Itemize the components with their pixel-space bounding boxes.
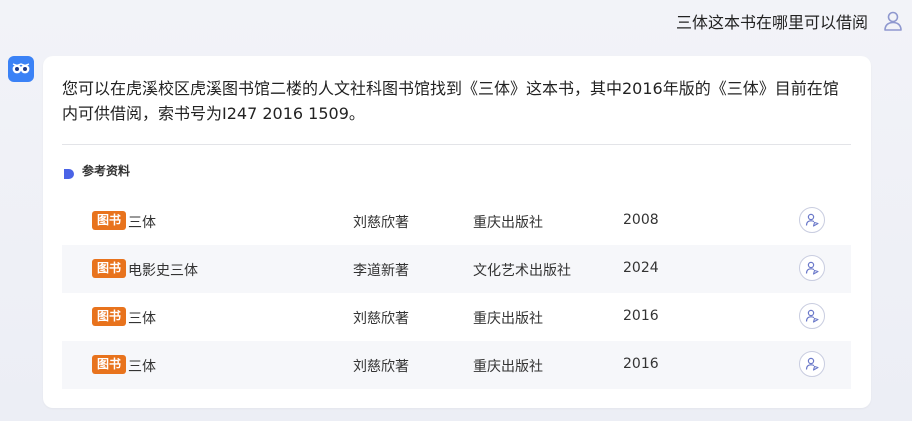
locate-book-button[interactable] (799, 303, 825, 329)
locate-book-button[interactable] (799, 207, 825, 233)
book-publisher: 文化艺术出版社 (473, 263, 571, 279)
reference-row[interactable]: 图书 电影史三体 李道新著 文化艺术出版社 2024 (62, 245, 851, 293)
user-message-row: 三体这本书在哪里可以借阅 (676, 8, 906, 34)
book-publisher: 重庆出版社 (473, 215, 543, 231)
book-title[interactable]: 三体 (128, 356, 156, 376)
person-locate-icon (805, 213, 819, 227)
book-badge: 图书 (92, 259, 127, 278)
book-author: 刘慈欣著 (353, 311, 409, 327)
person-locate-icon (805, 261, 819, 275)
book-year: 2016 (623, 356, 659, 372)
book-badge: 图书 (92, 355, 127, 374)
answer-line-2: 内可供借阅，索书号为I247 2016 1509。 (62, 104, 365, 123)
book-badge: 图书 (92, 211, 127, 230)
book-title[interactable]: 电影史三体 (128, 260, 198, 280)
bot-avatar-owl-icon (8, 56, 34, 82)
person-locate-icon (805, 357, 819, 371)
book-author: 刘慈欣著 (353, 215, 409, 231)
book-publisher: 重庆出版社 (473, 311, 543, 327)
book-author: 刘慈欣著 (353, 359, 409, 375)
locate-book-button[interactable] (799, 255, 825, 281)
reference-row[interactable]: 图书 三体 刘慈欣著 重庆出版社 2008 (62, 197, 851, 245)
user-message: 三体这本书在哪里可以借阅 (675, 13, 868, 32)
book-publisher: 重庆出版社 (473, 359, 543, 375)
person-locate-icon (805, 309, 819, 323)
answer-line-1: 您可以在虎溪校区虎溪图书馆二楼的人文社科图书馆找到《三体》这本书，其中2016年… (62, 79, 839, 98)
reference-row[interactable]: 图书 三体 刘慈欣著 重庆出版社 2016 (62, 293, 851, 341)
flag-dot-icon (62, 165, 74, 179)
locate-book-button[interactable] (799, 351, 825, 377)
answer-text: 您可以在虎溪校区虎溪图书馆二楼的人文社科图书馆找到《三体》这本书，其中2016年… (62, 76, 852, 126)
user-avatar-icon[interactable] (880, 8, 906, 34)
references-list: 图书 三体 刘慈欣著 重庆出版社 2008 图书 电影史三体 李道新著 文化艺术… (62, 197, 851, 389)
references-title: 参考资料 (82, 164, 131, 178)
book-author: 李道新著 (353, 263, 409, 279)
divider (62, 144, 851, 145)
book-year: 2016 (623, 308, 659, 324)
book-badge: 图书 (92, 307, 127, 326)
references-header: 参考资料 (62, 162, 130, 179)
book-year: 2008 (623, 212, 659, 228)
reference-row[interactable]: 图书 三体 刘慈欣著 重庆出版社 2016 (62, 341, 851, 389)
book-title[interactable]: 三体 (128, 308, 156, 328)
book-year: 2024 (623, 260, 659, 276)
book-title[interactable]: 三体 (128, 212, 156, 232)
answer-card: 您可以在虎溪校区虎溪图书馆二楼的人文社科图书馆找到《三体》这本书，其中2016年… (43, 56, 871, 408)
